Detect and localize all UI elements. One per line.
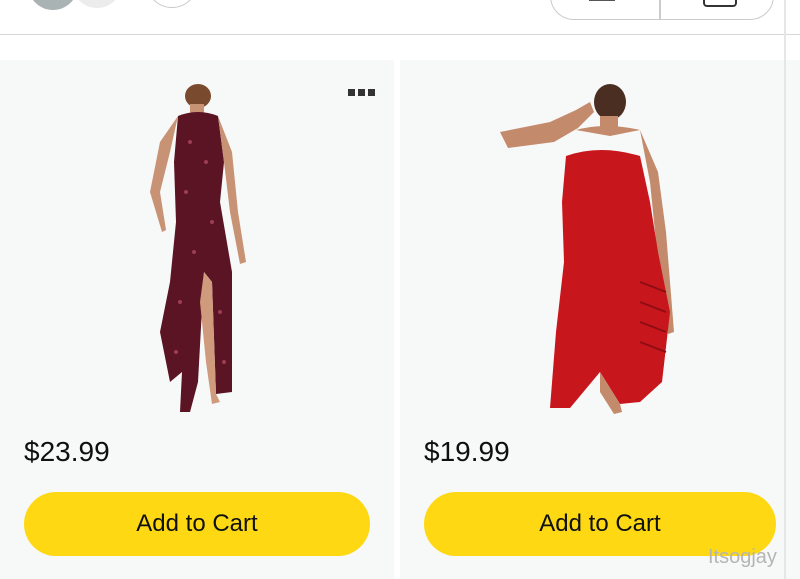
avatar[interactable] (72, 0, 122, 8)
watermark: Itsogjay (708, 546, 777, 568)
avatar[interactable] (28, 0, 78, 10)
more-options-icon[interactable] (348, 84, 378, 96)
product-card[interactable]: $23.99 Add to Cart (0, 60, 394, 579)
product-grid: $23.99 Add to Cart $19.99 Add to Cart (0, 60, 800, 579)
segmented-control[interactable] (550, 0, 774, 20)
product-card[interactable]: $19.99 Add to Cart (400, 60, 800, 579)
divider (659, 0, 661, 19)
product-image[interactable] (490, 82, 720, 422)
add-to-cart-button[interactable]: Add to Cart (24, 492, 370, 556)
product-price: $19.99 (424, 436, 510, 467)
product-image[interactable] (120, 82, 270, 422)
product-price: $23.99 (24, 436, 110, 467)
cart-icon[interactable] (703, 0, 737, 7)
top-bar (0, 0, 800, 35)
menu-icon[interactable] (589, 0, 615, 1)
circle-button[interactable] (146, 0, 198, 8)
scrollbar-track[interactable] (784, 0, 786, 579)
